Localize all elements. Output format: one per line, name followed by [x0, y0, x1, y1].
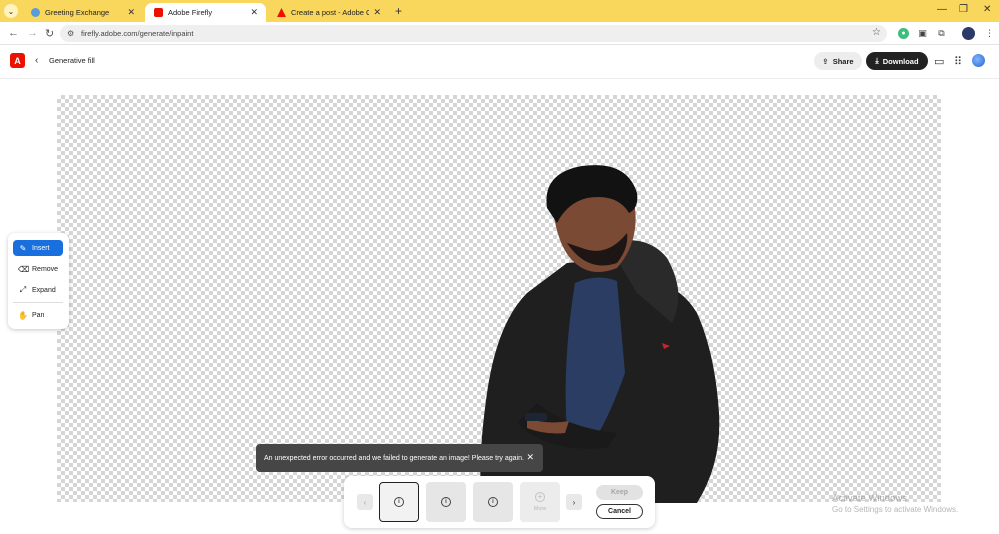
- adobe-favicon-icon: [277, 8, 286, 17]
- tool-expand[interactable]: ⤢ Expand: [13, 282, 63, 298]
- error-message: An unexpected error occurred and we fail…: [264, 454, 524, 462]
- tool-divider: [13, 302, 63, 303]
- site-settings-icon[interactable]: ⚙: [67, 29, 76, 38]
- profile-avatar-icon[interactable]: [962, 27, 975, 40]
- hand-icon: ✋: [18, 310, 28, 320]
- tool-insert[interactable]: ✎ Insert: [13, 240, 63, 256]
- media-icon[interactable]: ▣: [917, 28, 928, 39]
- bookmark-star-icon[interactable]: ☆: [872, 27, 881, 38]
- extensions-puzzle-icon[interactable]: ⧉: [936, 28, 947, 39]
- feedback-icon[interactable]: ▭: [934, 55, 944, 68]
- reload-icon[interactable]: ↻: [45, 27, 54, 40]
- page-title: Generative fill: [49, 56, 95, 65]
- image-canvas[interactable]: [57, 95, 941, 503]
- plus-icon: +: [535, 492, 545, 502]
- restore-icon[interactable]: ❐: [959, 4, 968, 15]
- grammarly-extension-icon[interactable]: ●: [898, 28, 909, 39]
- minimize-icon[interactable]: —: [937, 4, 947, 15]
- app-header: A ‹ Generative fill ⇪ Share ⤓ Download ▭…: [0, 45, 999, 79]
- info-icon: i: [394, 497, 404, 507]
- url-text: firefly.adobe.com/generate/inpaint: [81, 29, 194, 38]
- tool-panel: ✎ Insert ⌫ Remove ⤢ Expand ✋ Pan: [8, 233, 69, 329]
- tab-greeting-exchange[interactable]: Greeting Exchange ✕: [22, 3, 143, 22]
- share-button[interactable]: ⇪ Share: [814, 52, 862, 70]
- new-tab-button[interactable]: +: [395, 4, 402, 18]
- apps-grid-icon[interactable]: ⠿: [954, 55, 962, 68]
- insert-brush-icon: ✎: [19, 243, 27, 253]
- close-tab-icon[interactable]: ✕: [373, 7, 381, 18]
- back-chevron-icon[interactable]: ‹: [35, 55, 38, 66]
- close-tab-icon[interactable]: ✕: [127, 7, 135, 18]
- tool-pan[interactable]: ✋ Pan: [13, 307, 63, 323]
- more-variations-button[interactable]: + More: [520, 482, 560, 522]
- variation-thumbnail[interactable]: i: [379, 482, 419, 522]
- cancel-button[interactable]: Cancel: [596, 504, 643, 519]
- previous-variation-button[interactable]: ‹: [357, 494, 373, 510]
- download-button[interactable]: ⤓ Download: [866, 52, 928, 70]
- url-bar[interactable]: ⚙ firefly.adobe.com/generate/inpaint ☆: [60, 25, 887, 42]
- browser-tab-strip: ⌄ Greeting Exchange ✕ Adobe Firefly ✕ Cr…: [0, 0, 999, 22]
- avatar[interactable]: [972, 54, 985, 67]
- error-toast: An unexpected error occurred and we fail…: [256, 444, 543, 472]
- forward-icon[interactable]: →: [27, 27, 38, 39]
- next-variation-button[interactable]: ›: [566, 494, 582, 510]
- adobe-logo[interactable]: A: [10, 53, 25, 68]
- info-icon: i: [488, 497, 498, 507]
- download-icon: ⤓: [875, 56, 879, 65]
- tool-remove[interactable]: ⌫ Remove: [13, 261, 63, 277]
- close-tab-icon[interactable]: ✕: [250, 7, 258, 18]
- tab-adobe-firefly[interactable]: Adobe Firefly ✕: [145, 3, 266, 22]
- tab-adobe-community[interactable]: Create a post - Adobe Commu ✕: [268, 3, 389, 22]
- globe-icon: [31, 8, 40, 17]
- variation-thumbnail[interactable]: i: [426, 482, 466, 522]
- back-icon[interactable]: ←: [8, 27, 19, 39]
- expand-icon: ⤢: [19, 285, 27, 294]
- generation-bar: ‹ i i i + More › Keep Cancel: [344, 476, 655, 528]
- info-icon: i: [441, 497, 451, 507]
- variation-thumbnail[interactable]: i: [473, 482, 513, 522]
- address-bar-row: ← → ↻ ⚙ firefly.adobe.com/generate/inpai…: [0, 22, 999, 45]
- remove-brush-icon: ⌫: [18, 264, 30, 274]
- browser-menu-icon[interactable]: ⋮: [984, 28, 995, 39]
- close-window-icon[interactable]: ✕: [983, 4, 991, 15]
- activate-windows-watermark: Activate Windows Go to Settings to activ…: [832, 493, 959, 514]
- share-icon: ⇪: [822, 56, 829, 66]
- close-icon[interactable]: ✕: [526, 452, 534, 463]
- tab-search-icon[interactable]: ⌄: [4, 4, 18, 18]
- keep-button[interactable]: Keep: [596, 485, 643, 500]
- adobe-favicon-icon: [154, 8, 163, 17]
